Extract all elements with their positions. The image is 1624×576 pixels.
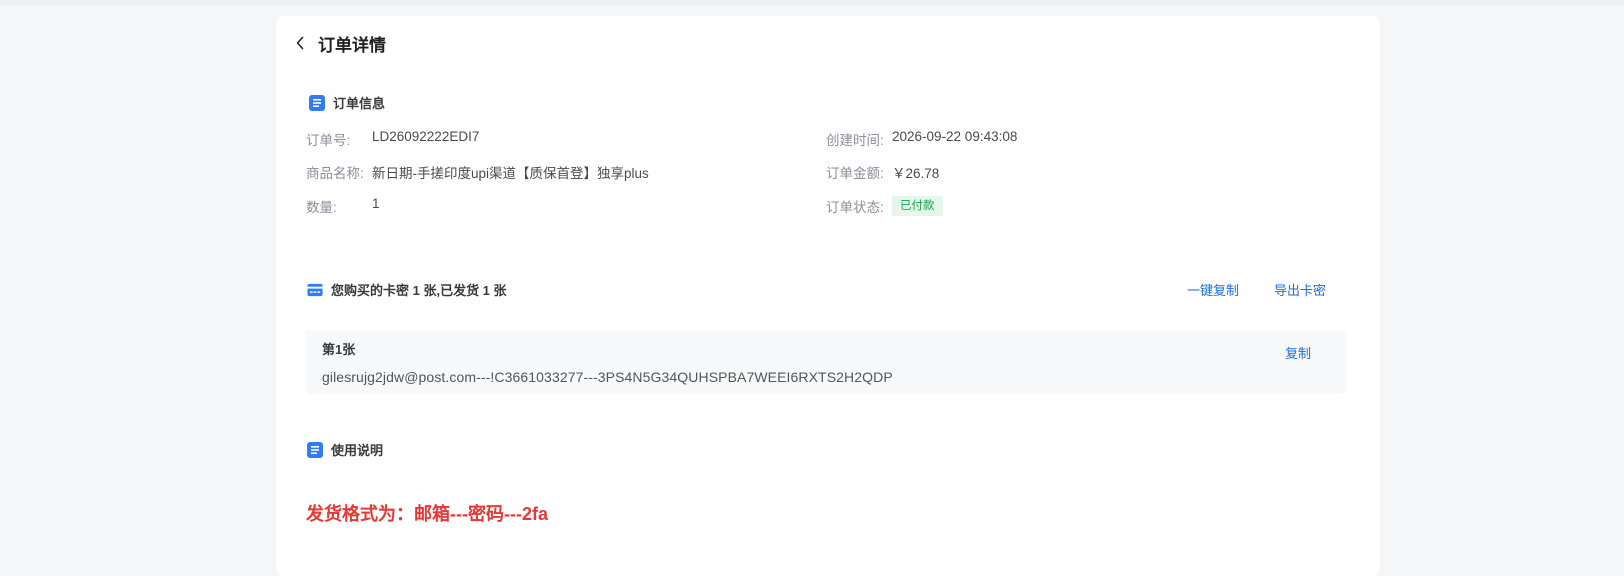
copy-card-button[interactable]: 复制 [1285,343,1311,362]
amount-row: 订单金额: ￥26.78 [826,162,939,182]
cards-title: 您购买的卡密 1 张,已发货 1 张 [331,283,507,298]
amount-label: 订单金额: [826,166,884,181]
qty-row: 数量: 1 [306,196,380,216]
status-label: 订单状态: [826,200,884,215]
document-list-icon [307,441,323,458]
usage-heading: 使用说明 [307,440,383,459]
top-strip [0,0,1624,6]
page-header: 订单详情 [292,30,386,56]
qty-label: 数量: [306,200,337,215]
card-item: 第1张 gilesrujg2jdw@post.com---!C366103327… [306,330,1346,394]
card-icon [307,282,323,298]
created-label: 创建时间: [826,133,884,148]
created-row: 创建时间: 2026-09-22 09:43:08 [826,129,1017,149]
created-value: 2026-09-22 09:43:08 [892,129,1018,144]
status-row: 订单状态: 已付款 [826,196,943,216]
order-no-row: 订单号: LD26092222EDI7 [306,129,479,149]
order-info-heading: 订单信息 [309,93,385,112]
document-list-icon [309,94,325,111]
export-cards-button[interactable]: 导出卡密 [1274,280,1326,299]
cards-heading: 您购买的卡密 1 张,已发货 1 张 [307,280,507,299]
amount-value: ￥26.78 [892,166,940,181]
copy-all-button[interactable]: 一键复制 [1187,280,1239,299]
product-value: 新日期-手搓印度upi渠道【质保首登】独享plus [372,166,649,181]
order-detail-card: 订单详情 订单信息 订单号: LD26092222EDI7 商品名称: 新日期-… [276,16,1380,576]
order-no-label: 订单号: [306,133,351,148]
product-row: 商品名称: 新日期-手搓印度upi渠道【质保首登】独享plus [306,162,649,182]
status-badge: 已付款 [892,196,943,216]
card-index-label: 第1张 [322,342,356,357]
delivery-format-text: 发货格式为：邮箱---密码---2fa [306,504,548,524]
order-info-title: 订单信息 [333,96,386,111]
page-title: 订单详情 [318,35,386,55]
order-no-value: LD26092222EDI7 [372,129,480,144]
chevron-left-icon[interactable] [292,35,308,51]
card-content: gilesrujg2jdw@post.com---!C3661033277---… [322,369,893,385]
product-label: 商品名称: [306,166,364,181]
usage-title: 使用说明 [331,443,384,458]
qty-value: 1 [372,196,380,211]
